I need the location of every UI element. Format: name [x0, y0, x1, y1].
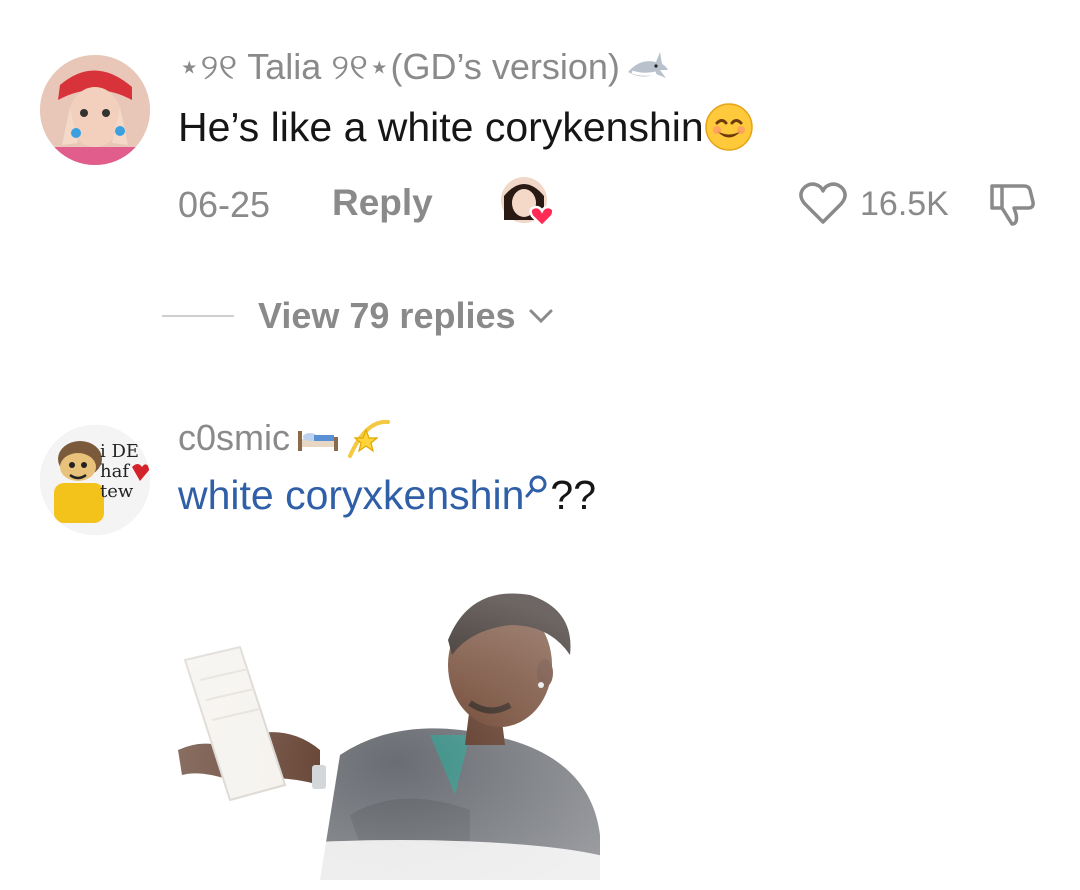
avatar-c0smic[interactable]: i DE haf tew: [40, 425, 150, 535]
svg-text:haf: haf: [100, 461, 130, 482]
search-link[interactable]: white coryxkenshin: [178, 472, 524, 519]
like-count: 16.5K: [860, 185, 949, 223]
avatar-talia[interactable]: [40, 55, 150, 165]
man-reading-paper-icon: [170, 585, 630, 890]
username-text: ⋆୨୧ Talia ୨୧⋆(GD’s version): [178, 46, 620, 87]
relieved-smile-emoji-icon: [704, 103, 753, 151]
svg-text:i DE: i DE: [100, 441, 139, 462]
svg-text:tew: tew: [100, 481, 134, 502]
comment-suffix: ??: [550, 472, 596, 518]
heart-outline-icon[interactable]: [798, 180, 848, 226]
comment-username[interactable]: ⋆୨୧ Talia ୨୧⋆(GD’s version): [178, 46, 670, 89]
dislike-icon[interactable]: [988, 180, 1038, 228]
dizzy-star-emoji-icon: [348, 419, 391, 458]
comment-username[interactable]: c0smic: [178, 416, 392, 460]
chevron-down-icon: [529, 309, 553, 324]
reply-button[interactable]: Reply: [332, 182, 433, 224]
bed-emoji-icon: [298, 431, 339, 451]
creator-avatar-icon: [501, 177, 555, 228]
creator-liked-badge: [500, 176, 558, 228]
shark-emoji-icon: [627, 51, 668, 78]
comment-date: 06-25: [178, 184, 271, 225]
comment-text: He’s like a white corykenshin: [178, 102, 754, 152]
view-replies-button[interactable]: View 79 replies: [258, 295, 554, 337]
replies-divider: [162, 315, 234, 317]
search-icon[interactable]: [524, 474, 550, 500]
sticker-image: [170, 585, 630, 890]
username-text: c0smic: [178, 417, 291, 458]
comment-text: white coryxkenshin ??: [178, 472, 596, 519]
view-replies-label: View 79 replies: [258, 295, 516, 336]
